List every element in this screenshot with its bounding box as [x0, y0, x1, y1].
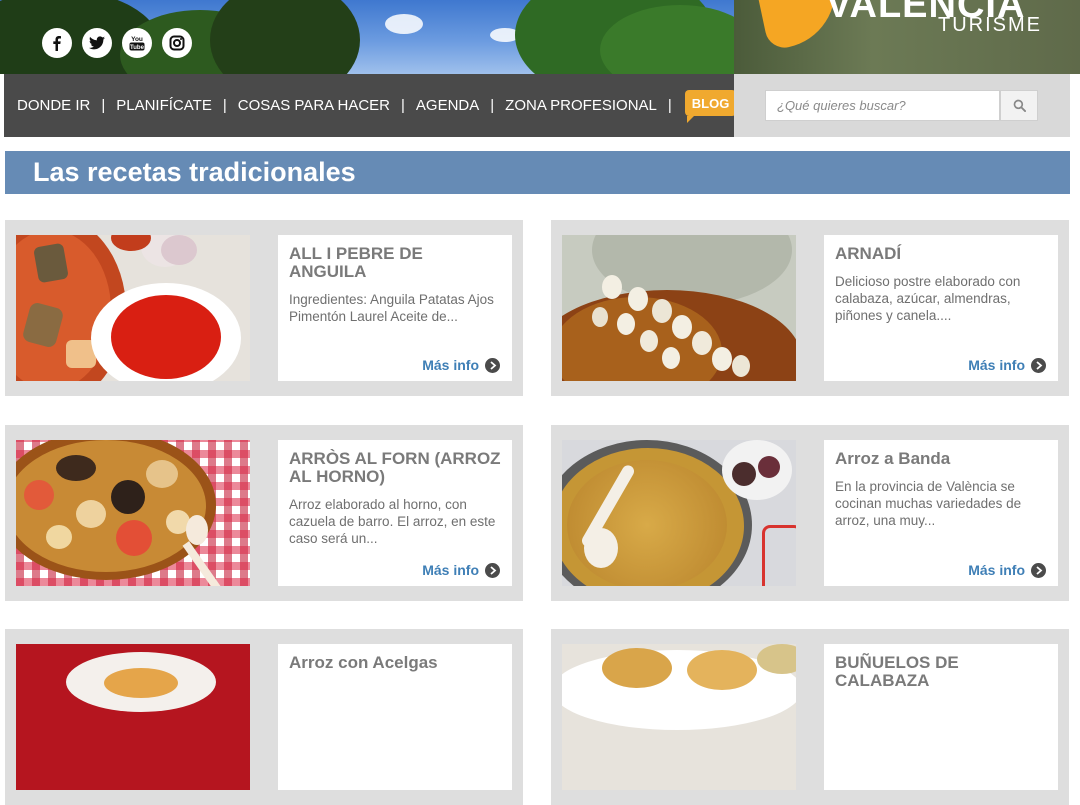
recipe-card: ALL I PEBRE DE ANGUILA Ingredientes: Ang… — [5, 220, 523, 396]
chevron-right-icon — [485, 357, 500, 373]
chevron-right-icon — [1031, 562, 1046, 578]
recipe-description: Delicioso postre elaborado con calabaza,… — [835, 274, 1021, 323]
recipe-description: Ingredientes: Anguila Patatas Ajos Pimen… — [289, 292, 494, 324]
recipe-card: ARNADÍ Delicioso postre elaborado con ca… — [551, 220, 1069, 396]
recipe-description: En la provincia de València se cocinan m… — [835, 479, 1022, 528]
nav-separator: | — [222, 97, 227, 114]
more-info-link[interactable]: Más info — [422, 562, 500, 578]
recipe-title[interactable]: Arroz con Acelgas — [289, 654, 504, 672]
nav-item-planificate[interactable]: PLANIFÍCATE — [116, 97, 212, 114]
recipe-photo[interactable] — [562, 644, 796, 790]
nav-item-zona-profesional[interactable]: ZONA PROFESIONAL — [505, 97, 657, 114]
recipe-photo[interactable] — [16, 440, 250, 586]
page-title: Las recetas tradicionales — [33, 157, 356, 187]
more-info-link[interactable]: Más info — [968, 357, 1046, 373]
more-info-link[interactable]: Más info — [968, 562, 1046, 578]
recipe-info: Arroz a Banda En la provincia de Valènci… — [824, 440, 1058, 586]
page-title-bar: Las recetas tradicionales — [5, 151, 1070, 194]
nav-separator: | — [490, 97, 495, 114]
recipe-title[interactable]: ALL I PEBRE DE ANGUILA — [289, 245, 504, 281]
recipe-card: BUÑUELOS DE CALABAZA — [551, 629, 1069, 805]
nav-item-agenda[interactable]: AGENDA — [416, 97, 479, 114]
instagram-icon[interactable] — [162, 28, 192, 58]
nav-item-donde-ir[interactable]: DONDE IR — [17, 97, 90, 114]
chevron-right-icon — [485, 562, 500, 578]
twitter-icon[interactable] — [82, 28, 112, 58]
recipe-info: ARNADÍ Delicioso postre elaborado con ca… — [824, 235, 1058, 381]
search-area — [734, 74, 1070, 137]
nav-item-cosas-para-hacer[interactable]: COSAS PARA HACER — [238, 97, 390, 114]
recipe-info: BUÑUELOS DE CALABAZA — [824, 644, 1058, 790]
facebook-icon[interactable] — [42, 28, 72, 58]
recipe-title[interactable]: ARNADÍ — [835, 245, 1050, 263]
recipe-photo[interactable] — [562, 440, 796, 586]
recipe-info: Arroz con Acelgas — [278, 644, 512, 790]
more-info-label: Más info — [422, 562, 479, 578]
nav-separator: | — [101, 97, 106, 114]
more-info-label: Más info — [968, 357, 1025, 373]
recipe-photo[interactable] — [16, 235, 250, 381]
more-info-link[interactable]: Más info — [422, 357, 500, 373]
recipe-title[interactable]: Arroz a Banda — [835, 450, 1050, 468]
main-nav: DONDE IR | PLANIFÍCATE | COSAS PARA HACE… — [4, 74, 737, 137]
nav-separator: | — [667, 97, 672, 114]
more-info-label: Más info — [968, 562, 1025, 578]
svg-text:Tube: Tube — [130, 45, 145, 51]
recipe-info: ARRÒS AL FORN (ARROZ AL HORNO) Arroz ela… — [278, 440, 512, 586]
recipe-description: Arroz elaborado al horno, con cazuela de… — [289, 497, 496, 546]
more-info-label: Más info — [422, 357, 479, 373]
recipe-card: Arroz con Acelgas — [5, 629, 523, 805]
search-input[interactable] — [765, 90, 1000, 121]
recipe-card: ARRÒS AL FORN (ARROZ AL HORNO) Arroz ela… — [5, 425, 523, 601]
recipe-photo[interactable] — [562, 235, 796, 381]
recipe-photo[interactable] — [16, 644, 250, 790]
search-icon — [1013, 99, 1026, 112]
logo-subtitle[interactable]: TURISME — [938, 14, 1042, 37]
svg-text:You: You — [131, 36, 143, 43]
chevron-right-icon — [1031, 357, 1046, 373]
recipe-info: ALL I PEBRE DE ANGUILA Ingredientes: Ang… — [278, 235, 512, 381]
youtube-icon[interactable]: You Tube — [122, 28, 152, 58]
recipe-title[interactable]: ARRÒS AL FORN (ARROZ AL HORNO) — [289, 450, 504, 486]
blog-badge[interactable]: BLOG — [684, 89, 737, 123]
nav-separator: | — [401, 97, 405, 114]
search-button[interactable] — [1000, 90, 1038, 121]
recipe-card: Arroz a Banda En la provincia de Valènci… — [551, 425, 1069, 601]
recipe-title[interactable]: BUÑUELOS DE CALABAZA — [835, 654, 1050, 690]
